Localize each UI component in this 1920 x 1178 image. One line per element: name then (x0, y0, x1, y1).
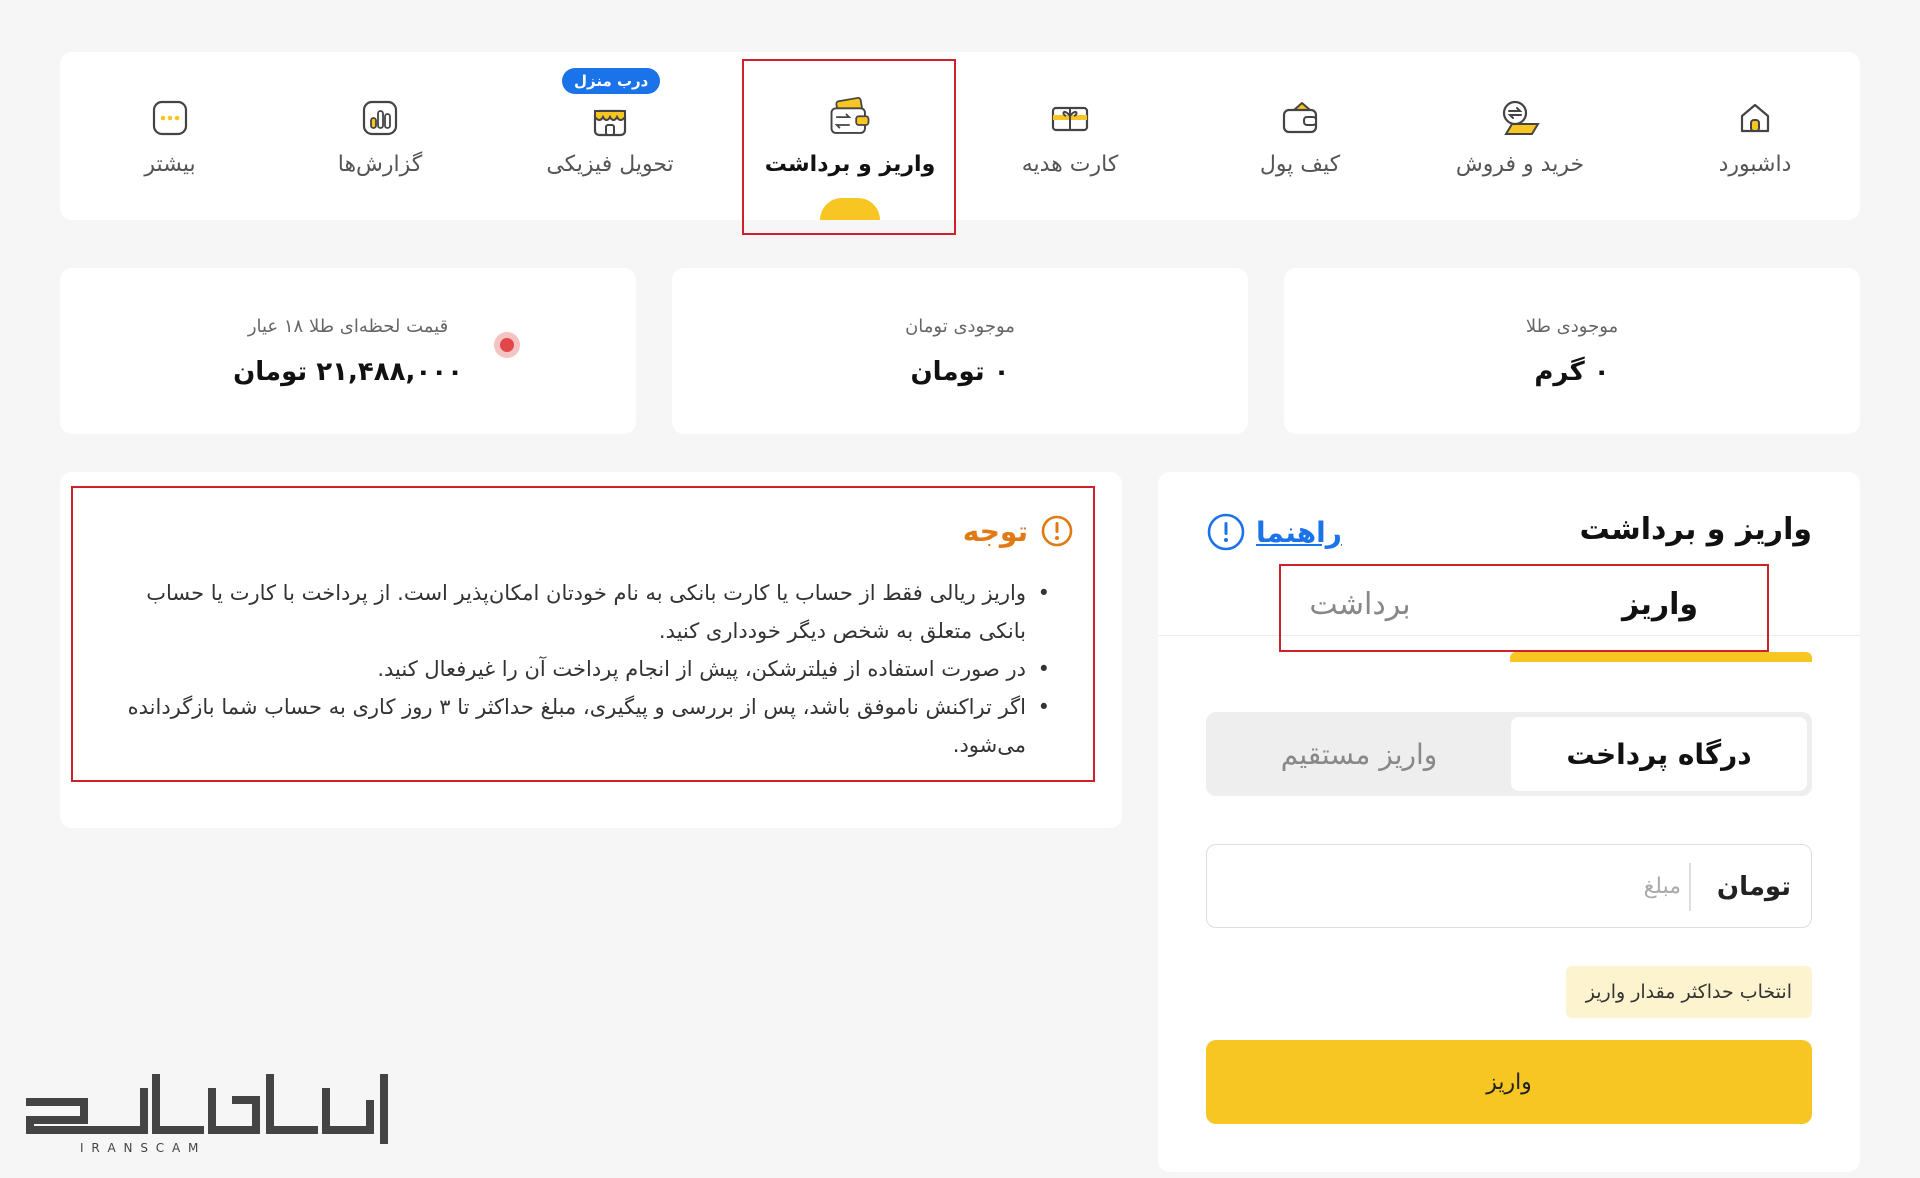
iranscam-watermark-logo: I R A N S C A M (26, 1074, 388, 1155)
gold-price-card: قیمت لحظه‌ای طلا ۱۸ عیار ۲۱,۴۸۸,۰۰۰ توما… (60, 268, 636, 434)
tab-active-indicator (1510, 652, 1812, 662)
nav-item-more[interactable]: بیشتر (80, 52, 260, 220)
nav-item-buy-sell[interactable]: خرید و فروش (1410, 52, 1630, 220)
tab-deposit[interactable]: واریز (1510, 572, 1810, 636)
nav-item-deposit-withdraw[interactable]: واریز و برداشت (740, 52, 960, 220)
notice-header: توجه (963, 514, 1074, 548)
max-deposit-button[interactable]: انتخاب حداکثر مقدار واریز (1565, 966, 1812, 1018)
home-delivery-badge: درب منزل (562, 68, 661, 94)
notice-title: توجه (962, 514, 1028, 548)
active-indicator (820, 198, 880, 220)
reports-icon (358, 96, 402, 140)
store-icon (588, 96, 632, 140)
gold-balance-card: موجودی طلا ۰ گرم (1284, 268, 1860, 434)
more-icon (148, 96, 192, 140)
notice-item: واریز ریالی فقط از حساب یا کارت بانکی به… (98, 574, 1050, 650)
wallet-icon (1278, 96, 1322, 140)
nav-item-reports[interactable]: گزارش‌ها (280, 52, 480, 220)
guide-link[interactable]: راهنما (1206, 512, 1342, 552)
deposit-withdraw-icon (828, 96, 872, 140)
gold-price-value: ۲۱,۴۸۸,۰۰۰ تومان (233, 356, 463, 387)
info-icon (1207, 513, 1245, 551)
method-gateway-button[interactable]: درگاه پرداخت (1511, 717, 1807, 791)
gold-balance-value: ۰ گرم (1534, 356, 1610, 387)
main-nav: داشبورد خرید و فروش کیف پول کارت هدیه وا… (60, 52, 1860, 220)
payment-method-toggle: درگاه پرداخت واریز مستقیم (1206, 712, 1812, 796)
notice-item: در صورت استفاده از فیلترشکن، پیش از انجا… (98, 650, 1050, 688)
method-direct-button[interactable]: واریز مستقیم (1211, 717, 1507, 791)
deposit-submit-button[interactable]: واریز (1206, 1040, 1812, 1124)
notice-card: توجه واریز ریالی فقط از حساب یا کارت بان… (60, 472, 1122, 828)
amount-field: تومان (1206, 844, 1812, 928)
notice-list: واریز ریالی فقط از حساب یا کارت بانکی به… (98, 574, 1050, 764)
deposit-withdraw-panel: واریز و برداشت راهنما واریز برداشت درگاه… (1158, 472, 1860, 1172)
gift-card-icon (1048, 96, 1092, 140)
warning-icon (1041, 515, 1073, 547)
panel-title: واریز و برداشت (1579, 512, 1812, 547)
exchange-icon (1498, 96, 1542, 140)
panel-tabs: واریز برداشت (1158, 572, 1860, 636)
amount-divider (1689, 863, 1691, 911)
home-icon (1733, 96, 1777, 140)
toman-balance-value: ۰ تومان (910, 356, 1010, 387)
nav-item-wallet[interactable]: کیف پول (1200, 52, 1400, 220)
svg-text:I R A N S C A M: I R A N S C A M (80, 1141, 200, 1155)
nav-item-dashboard[interactable]: داشبورد (1650, 52, 1860, 220)
nav-item-gift-card[interactable]: کارت هدیه (960, 52, 1180, 220)
tab-withdraw[interactable]: برداشت (1210, 572, 1510, 636)
currency-unit: تومان (1716, 872, 1791, 902)
toman-balance-card: موجودی تومان ۰ تومان (672, 268, 1248, 434)
live-indicator-icon (494, 332, 520, 358)
amount-input[interactable] (1221, 855, 1681, 917)
nav-item-physical-delivery[interactable]: درب منزل تحویل فیزیکی (490, 52, 730, 220)
notice-item: اگر تراکنش ناموفق باشد، پس از بررسی و پی… (98, 688, 1050, 764)
